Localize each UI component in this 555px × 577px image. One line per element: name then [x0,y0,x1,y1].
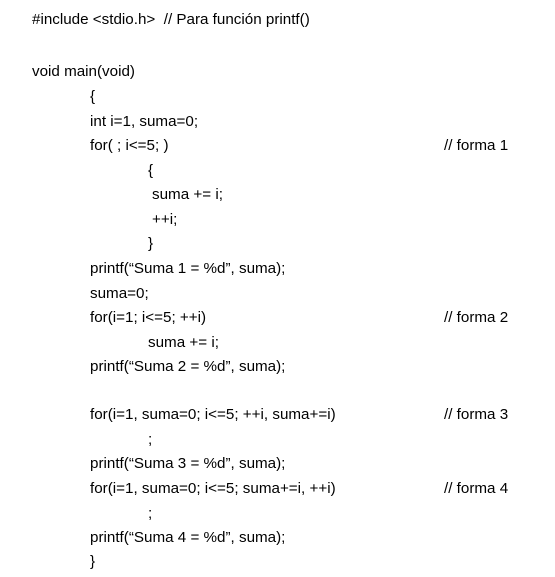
close-brace: } [90,553,96,570]
reset-line: suma=0; [90,285,149,302]
for-loop-2-body: suma += i; [148,334,219,351]
inner-open-brace: { [148,162,154,179]
open-brace: { [90,88,96,105]
increment-statement: ++i; [152,211,178,228]
comment-forma-3: // forma 3 [444,406,509,423]
comment-forma-4: // forma 4 [444,480,509,497]
printf-suma-3: printf(“Suma 3 = %d”, suma); [90,455,286,472]
inner-close-brace: } [148,235,154,252]
printf-suma-2: printf(“Suma 2 = %d”, suma); [90,358,286,375]
include-line: #include <stdio.h> // Para función print… [32,11,310,28]
for-loop-1: for( ; i<=5; ) [90,137,169,154]
empty-statement-3: ; [148,431,153,448]
printf-suma-4: printf(“Suma 4 = %d”, suma); [90,529,286,546]
sum-statement: suma += i; [152,186,223,203]
for-loop-3: for(i=1, suma=0; i<=5; ++i, suma+=i) [90,406,336,423]
main-signature: void main(void) [32,63,135,80]
declaration-line: int i=1, suma=0; [90,113,199,130]
code-document: #include <stdio.h> // Para función print… [0,0,555,577]
for-loop-4: for(i=1, suma=0; i<=5; suma+=i, ++i) [90,480,336,497]
comment-forma-2: // forma 2 [444,309,509,326]
empty-statement-4: ; [148,505,153,522]
comment-forma-1: // forma 1 [444,137,509,154]
for-loop-2: for(i=1; i<=5; ++i) [90,309,207,326]
printf-suma-1: printf(“Suma 1 = %d”, suma); [90,260,286,277]
